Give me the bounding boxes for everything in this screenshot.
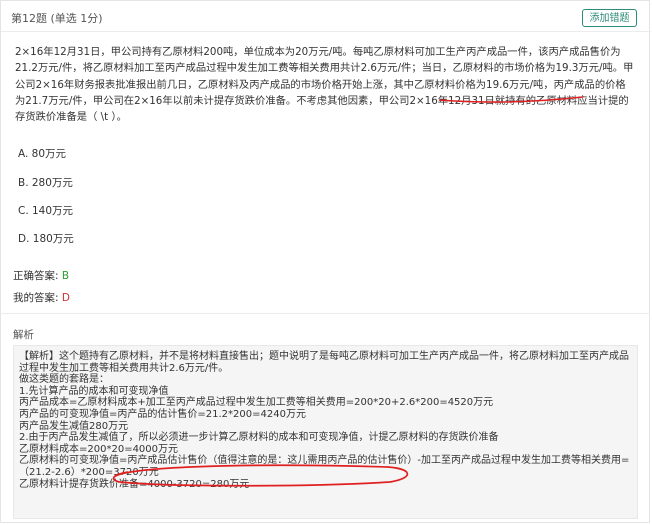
my-answer-label: 我的答案:	[13, 292, 59, 304]
option-b[interactable]: B. 280万元	[18, 175, 73, 190]
analysis-heading: 解析	[13, 329, 34, 341]
add-wrong-question-button[interactable]: 添加错题	[582, 9, 637, 27]
red-ellipse-annotation	[112, 464, 409, 487]
option-d[interactable]: D. 180万元	[18, 231, 74, 246]
analysis-line: 丙产品成本=乙原材料成本+加工至丙产成品过程中发生加工费等相关费用=200*20…	[19, 397, 494, 409]
option-a[interactable]: A. 80万元	[18, 146, 66, 161]
question-stem: 2×16年12月31日，甲公司持有乙原材料200吨，单位成本为20万元/吨。每吨…	[15, 46, 634, 124]
analysis-line: 丙产品的可变现净值=丙产品的估计售价=21.2*200=4240万元	[19, 408, 306, 420]
correct-answer-label: 正确答案:	[13, 270, 59, 282]
analysis-line: 1.先计算产品的成本和可变现净值	[19, 385, 169, 397]
analysis-line: 乙原材料成本=200*20=4000万元	[19, 443, 179, 455]
my-answer-value: D	[61, 292, 70, 304]
option-c[interactable]: C. 140万元	[18, 203, 73, 218]
question-header: 第12题 (单选 1分) 添加错题	[1, 1, 651, 32]
analysis-line: 做这类题的套路是：	[19, 374, 109, 386]
analysis-line: 2.由于丙产品发生减值了，所以必须进一步计算乙原材料的成本和可变现净值，计提乙原…	[19, 432, 499, 444]
question-title: 第12题 (单选 1分)	[11, 12, 103, 25]
red-underline-annotation	[438, 96, 584, 103]
my-answer-row: 我的答案: D	[13, 290, 70, 305]
analysis-line: 【解析】这个题持有乙原材料，并不是将材料直接售出；题中说明了是每吨乙原材料可加工…	[19, 351, 629, 374]
correct-answer-value: B	[61, 270, 70, 282]
divider	[0, 313, 650, 314]
correct-answer-row: 正确答案: B	[13, 268, 69, 283]
analysis-line: 丙产品发生减值280万元	[19, 420, 129, 432]
